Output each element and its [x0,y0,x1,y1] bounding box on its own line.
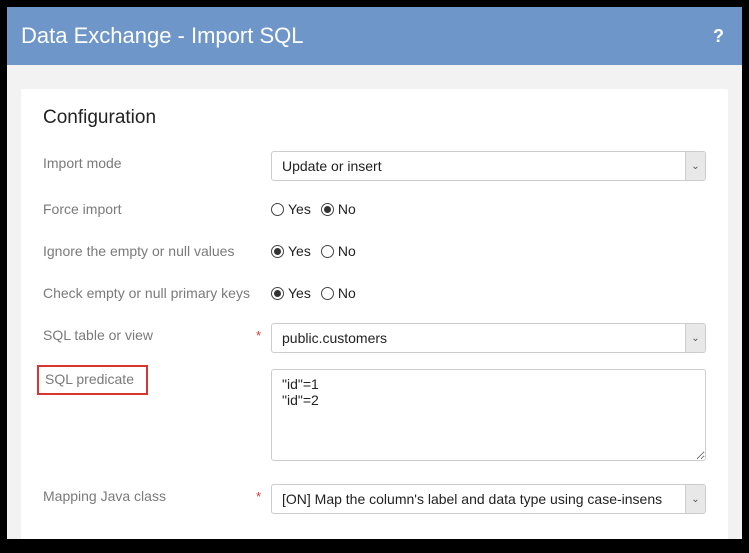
label-check-pk: Check empty or null primary keys [43,285,250,301]
label-ignore-empty: Ignore the empty or null values [43,243,234,259]
label-import-mode: Import mode [43,155,122,171]
content-area: Configuration Import mode ⌄ Force import [7,65,742,539]
required-marker: * [256,328,261,343]
radio-icon [271,203,284,216]
header-title: Data Exchange - Import SQL [21,23,303,49]
radio-label-yes: Yes [288,201,311,217]
radio-icon [321,245,334,258]
section-title: Configuration [43,107,706,129]
force-import-yes[interactable]: Yes [271,201,311,217]
radio-icon [271,287,284,300]
radio-label-no: No [338,201,356,217]
force-import-radio-group: Yes No [271,197,706,217]
radio-label-no: No [338,285,356,301]
radio-label-no: No [338,243,356,259]
mapping-java-select[interactable] [271,484,706,514]
help-icon[interactable]: ? [713,26,724,47]
label-force-import: Force import [43,201,122,217]
label-sql-table: SQL table or view [43,327,153,343]
check-pk-radio-group: Yes No [271,281,706,301]
ignore-empty-no[interactable]: No [321,243,356,259]
radio-icon [321,203,334,216]
row-sql-table: SQL table or view * ⌄ [43,323,706,353]
header-bar: Data Exchange - Import SQL ? [7,7,742,65]
sql-table-select[interactable] [271,323,706,353]
sql-predicate-textarea[interactable] [271,369,706,461]
radio-icon [321,287,334,300]
row-force-import: Force import Yes No [43,197,706,223]
radio-label-yes: Yes [288,243,311,259]
label-sql-predicate: SQL predicate [37,365,148,395]
force-import-no[interactable]: No [321,201,356,217]
label-mapping-java: Mapping Java class [43,488,166,504]
row-import-mode: Import mode ⌄ [43,151,706,181]
config-panel: Configuration Import mode ⌄ Force import [21,89,728,539]
radio-label-yes: Yes [288,285,311,301]
row-mapping-java: Mapping Java class * ⌄ [43,484,706,514]
ignore-empty-yes[interactable]: Yes [271,243,311,259]
ignore-empty-radio-group: Yes No [271,239,706,259]
row-sql-predicate: SQL predicate [43,369,706,466]
required-marker: * [256,489,261,504]
row-check-pk: Check empty or null primary keys Yes No [43,281,706,307]
row-ignore-empty: Ignore the empty or null values Yes No [43,239,706,265]
check-pk-no[interactable]: No [321,285,356,301]
import-mode-select[interactable] [271,151,706,181]
app-frame: Data Exchange - Import SQL ? Configurati… [7,7,742,539]
radio-icon [271,245,284,258]
check-pk-yes[interactable]: Yes [271,285,311,301]
